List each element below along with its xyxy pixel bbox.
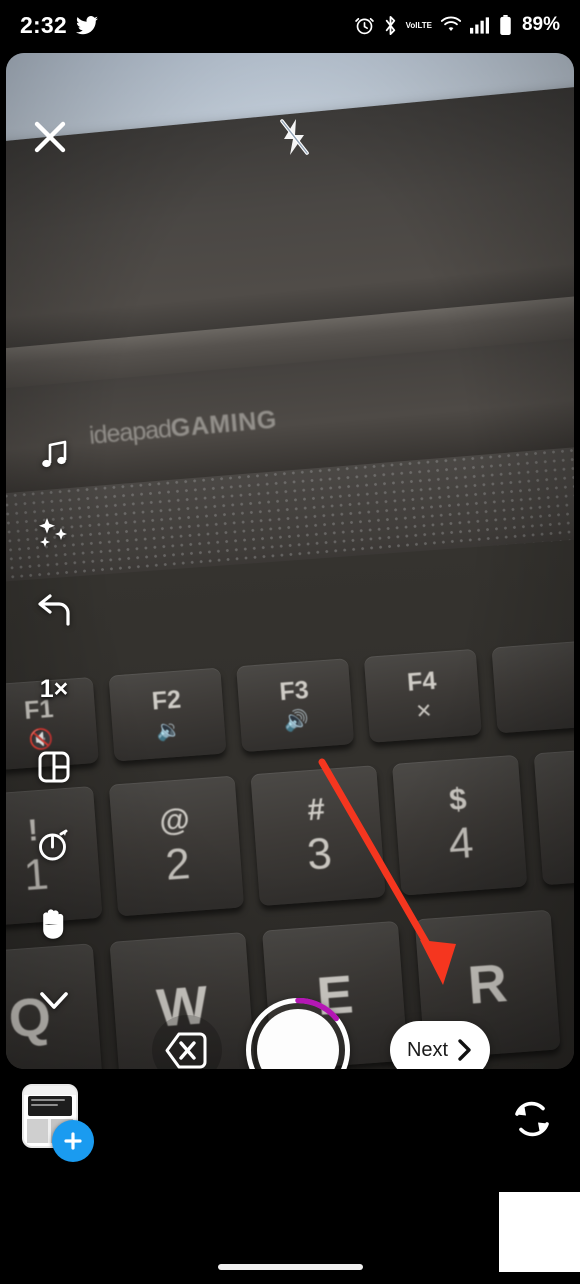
status-bar: 2:32 VoI LTE 89% <box>0 0 580 50</box>
status-bar-right: VoI LTE 89% <box>354 14 560 36</box>
thumb-text-line <box>31 1104 59 1106</box>
gallery-thumbnail-button[interactable] <box>22 1084 94 1162</box>
scene-key: @2 <box>108 775 245 917</box>
bluetooth-icon <box>383 15 398 36</box>
chevron-right-icon <box>458 1039 471 1061</box>
sparkles-icon[interactable] <box>27 506 81 560</box>
cellular-signal-icon <box>469 16 491 34</box>
camera-viewfinder[interactable]: ideapadGAMING F1 🔇 F2 🔉 F3 🔊 F4 ✕ ! 1 @2 #3 $… <box>6 53 574 1069</box>
next-button-label: Next <box>406 1038 449 1061</box>
status-bar-clock: 2:32 <box>20 11 67 38</box>
screen-artifact-rectangle <box>499 1192 580 1272</box>
battery-percent-label: 89% <box>521 14 560 35</box>
delete-clip-button[interactable] <box>164 1028 209 1069</box>
alarm-clock-icon <box>354 15 375 36</box>
scene-key: $4 <box>392 754 528 896</box>
thumb-text-line <box>31 1099 66 1101</box>
brand-light-part: ideapad <box>88 415 173 451</box>
scene-key <box>491 639 574 734</box>
next-button[interactable]: Next <box>390 1021 490 1069</box>
status-bar-left: 2:32 <box>20 12 98 39</box>
zoom-level-button[interactable]: 1× <box>27 662 81 716</box>
camera-tool-rail: 1× <box>26 428 82 1028</box>
wifi-icon <box>440 16 462 34</box>
timer-icon[interactable] <box>27 818 81 872</box>
scene-key <box>533 744 574 886</box>
scene-key: F4 ✕ <box>363 648 482 743</box>
scene-key: F3 🔊 <box>236 658 355 753</box>
camera-preview-image: ideapadGAMING F1 🔇 F2 🔉 F3 🔊 F4 ✕ ! 1 @2 #3 $… <box>6 53 574 1069</box>
camera-flip-button[interactable] <box>505 1092 559 1146</box>
thumb-text-block <box>28 1096 72 1116</box>
brand-bold-part: GAMING <box>170 405 279 444</box>
battery-icon <box>499 14 512 36</box>
scene-laptop-brand-label: ideapadGAMING <box>88 406 278 451</box>
add-media-badge[interactable] <box>52 1120 94 1162</box>
capture-button[interactable] <box>246 998 350 1069</box>
twitter-bird-icon <box>75 15 98 35</box>
zoom-level-label: 1× <box>39 674 69 703</box>
undo-arrow-icon[interactable] <box>27 584 81 638</box>
layout-grid-icon[interactable] <box>27 740 81 794</box>
volte-icon: VoI LTE <box>405 20 432 30</box>
close-button[interactable] <box>28 115 72 159</box>
scene-key: F2 🔉 <box>108 667 227 762</box>
scene-key: #3 <box>250 765 386 907</box>
flash-off-button[interactable] <box>270 113 318 161</box>
chevron-down-icon[interactable] <box>27 974 81 1028</box>
camera-bottom-bar <box>0 1070 580 1180</box>
home-indicator[interactable] <box>218 1264 363 1270</box>
hand-icon[interactable] <box>27 896 81 950</box>
thumb-header-strip <box>24 1086 76 1095</box>
music-note-icon[interactable] <box>27 428 81 482</box>
